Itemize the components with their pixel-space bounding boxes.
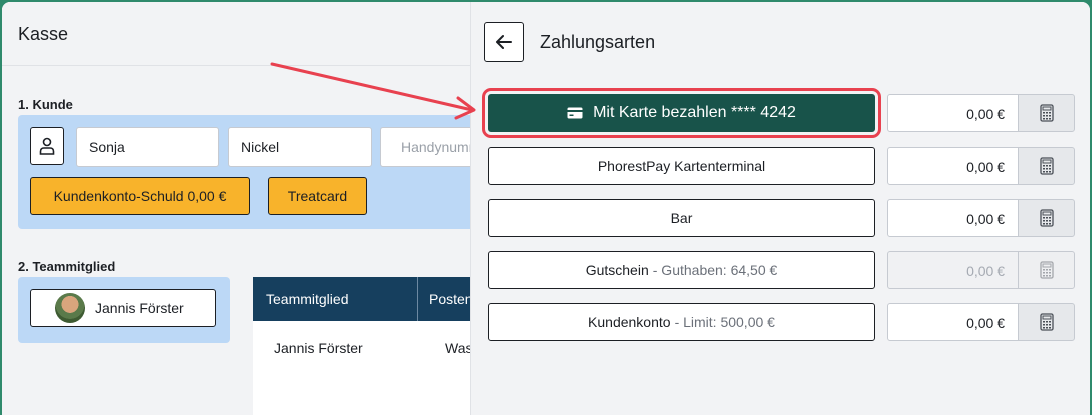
phorestpay-terminal-button[interactable]: PhorestPay Kartenterminal — [488, 147, 875, 185]
amount-field[interactable]: 0,00 € — [887, 94, 1019, 132]
column-header-item: Posten — [429, 291, 473, 307]
amount-field[interactable]: 0,00 € — [887, 303, 1019, 341]
calculator-button-disabled — [1018, 251, 1075, 289]
cash-button[interactable]: Bar — [488, 199, 875, 237]
back-button[interactable] — [484, 22, 524, 62]
page-title: Kasse — [18, 24, 69, 44]
calculator-button[interactable] — [1018, 303, 1075, 341]
amount-field[interactable]: 0,00 € — [887, 199, 1019, 237]
payment-row-card: Mit Karte bezahlen **** 4242 0,00 € — [482, 88, 1090, 138]
column-header-team-member: Teammitglied — [266, 291, 349, 307]
calculator-button[interactable] — [1018, 199, 1075, 237]
section-customer-label: 1. Kunde — [18, 97, 73, 112]
table-cell-team-member: Jannis Förster — [274, 340, 363, 356]
payment-methods-panel: Zahlungsarten Mit Karte bezahlen **** 42… — [470, 2, 1090, 415]
amount-field-disabled: 0,00 € — [887, 251, 1019, 289]
payment-row-customer-account: Kundenkonto - Limit: 500,00 € 0,00 € — [488, 303, 1090, 341]
back-arrow-icon — [496, 35, 512, 49]
checkout-header: Kasse — [2, 2, 470, 66]
calculator-icon — [1039, 313, 1054, 331]
payment-method-label: Kundenkonto — [588, 314, 671, 330]
calculator-button[interactable] — [1018, 147, 1075, 185]
payment-row-voucher: Gutschein - Guthaben: 64,50 € 0,00 € — [488, 251, 1090, 289]
calculator-icon — [1039, 209, 1054, 227]
customer-account-limit: - Limit: 500,00 € — [674, 314, 775, 330]
payment-method-label: Gutschein — [585, 262, 649, 278]
payment-method-label: PhorestPay Kartenterminal — [597, 158, 766, 174]
calculator-icon — [1039, 261, 1054, 279]
calculator-icon — [1039, 157, 1054, 175]
calculator-button[interactable] — [1018, 94, 1075, 132]
checkout-panel: Kasse 1. Kunde Sonja Nickel Handynummer … — [2, 2, 493, 415]
payment-row-cash: Bar 0,00 € — [488, 199, 1090, 237]
calculator-icon — [1039, 104, 1054, 122]
customer-account-button[interactable]: Kundenkonto - Limit: 500,00 € — [488, 303, 875, 341]
last-name-field[interactable]: Nickel — [228, 127, 372, 167]
items-table: Teammitglied Posten Jannis Förster Was — [253, 277, 483, 415]
amount-field[interactable]: 0,00 € — [887, 147, 1019, 185]
payment-row-terminal: PhorestPay Kartenterminal 0,00 € — [488, 147, 1090, 185]
panel-title: Zahlungsarten — [540, 32, 656, 52]
payment-method-label: Bar — [670, 210, 693, 226]
pay-with-card-label: Mit Karte bezahlen **** 4242 — [593, 104, 796, 121]
avatar — [55, 293, 85, 323]
first-name-field[interactable]: Sonja — [76, 127, 219, 167]
credit-card-icon — [567, 107, 583, 119]
team-member-box: Jannis Förster — [18, 277, 230, 343]
app-frame: Kasse 1. Kunde Sonja Nickel Handynummer … — [2, 2, 1090, 415]
voucher-button[interactable]: Gutschein - Guthaben: 64,50 € — [488, 251, 875, 289]
customer-debt-button[interactable]: Kundenkonto-Schuld 0,00 € — [30, 177, 250, 215]
customer-box: Sonja Nickel Handynummer Kundenkonto-Sch… — [18, 115, 493, 229]
table-cell-item: Was — [445, 340, 473, 356]
team-member-name: Jannis Förster — [95, 300, 184, 316]
treatcard-button[interactable]: Treatcard — [268, 177, 367, 215]
section-team-label: 2. Teammitglied — [18, 259, 116, 274]
person-icon — [39, 137, 55, 155]
team-member-button[interactable]: Jannis Förster — [30, 289, 216, 327]
customer-search-button[interactable] — [30, 127, 64, 165]
column-divider — [417, 277, 418, 321]
table-header: Teammitglied Posten — [253, 277, 483, 321]
pay-with-card-button[interactable]: Mit Karte bezahlen **** 4242 — [488, 94, 875, 132]
voucher-balance: - Guthaben: 64,50 € — [652, 262, 778, 278]
